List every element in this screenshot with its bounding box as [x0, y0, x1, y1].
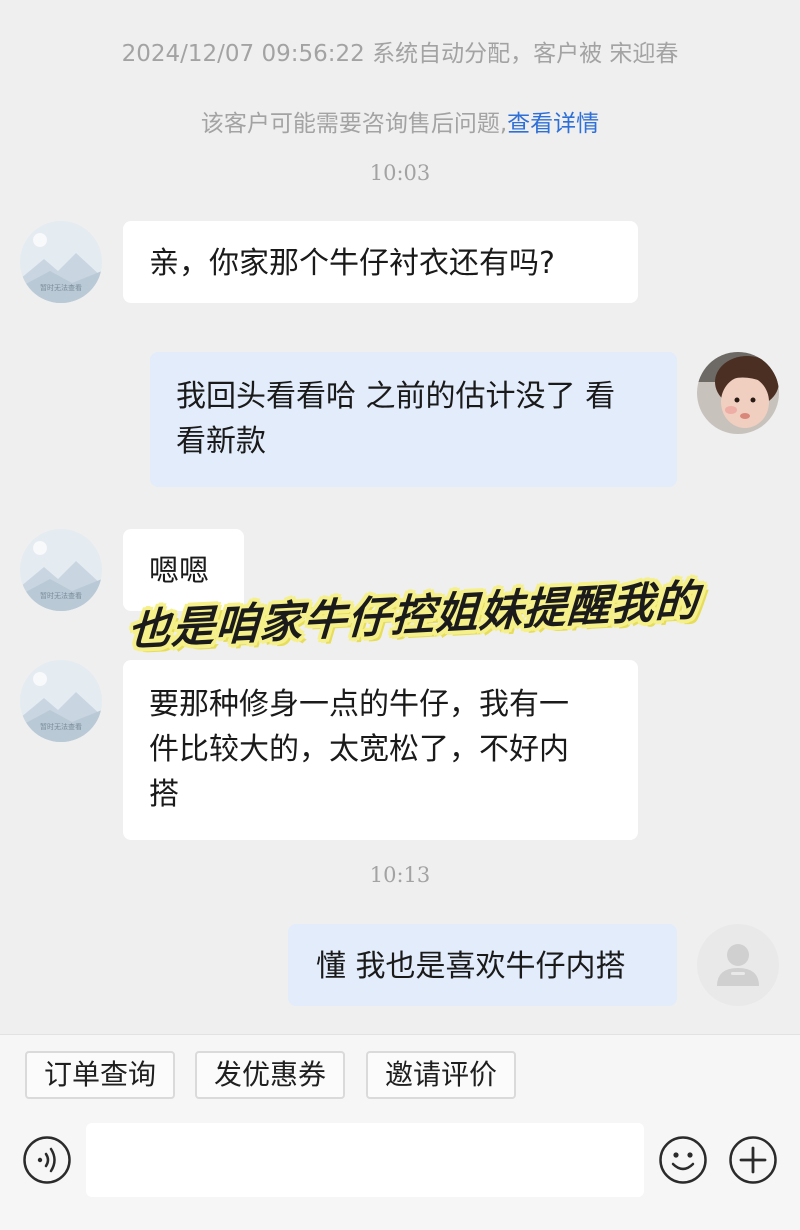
- message-line: 要那种修身一点的牛仔，我有一: [149, 687, 569, 722]
- bottom-toolbar: 订单查询 发优惠券 邀请评价: [0, 1034, 800, 1230]
- agent-message[interactable]: 懂 我也是喜欢牛仔内搭: [288, 924, 677, 1006]
- customer-message[interactable]: 亲，你家那个牛仔衬衣还有吗?: [123, 221, 638, 303]
- message-text: 嗯嗯: [149, 554, 209, 589]
- timestamp: 10:03: [369, 161, 431, 185]
- customer-avatar[interactable]: 暂时无法查看: [20, 660, 102, 742]
- image-placeholder-icon: 暂时无法查看: [20, 221, 102, 303]
- timestamp: 10:13: [369, 863, 431, 887]
- agent-message[interactable]: 我回头看看哈 之前的估计没了 看 看新款: [150, 352, 677, 487]
- voice-icon[interactable]: [22, 1135, 72, 1185]
- message-line: 我回头看看哈 之前的估计没了 看: [176, 379, 616, 414]
- view-details-link[interactable]: 查看详情: [507, 111, 599, 137]
- customer-avatar[interactable]: 暂时无法查看: [20, 221, 102, 303]
- placeholder-label: 暂时无法查看: [40, 722, 82, 731]
- agent-avatar[interactable]: [697, 924, 779, 1006]
- chat-area[interactable]: 2024/12/07 09:56:22 系统自动分配，客户被 宋迎春 该客户可能…: [0, 0, 800, 1034]
- agent-photo-icon: [697, 352, 779, 434]
- emoji-icon[interactable]: [658, 1135, 708, 1185]
- message-text: 懂 我也是喜欢牛仔内搭: [316, 949, 626, 984]
- customer-message[interactable]: 要那种修身一点的牛仔，我有一 件比较大的，太宽松了，不好内 搭: [123, 660, 638, 840]
- placeholder-label: 暂时无法查看: [40, 283, 82, 292]
- message-line: 件比较大的，太宽松了，不好内: [149, 732, 569, 767]
- system-hint-text: 该客户可能需要咨询售后问题,: [200, 111, 508, 137]
- order-query-button[interactable]: 订单查询: [25, 1051, 176, 1099]
- message-line: 搭: [149, 777, 179, 812]
- agent-avatar[interactable]: [697, 352, 779, 434]
- message-input[interactable]: [86, 1123, 644, 1197]
- input-row: [0, 1121, 800, 1201]
- placeholder-label: 暂时无法查看: [40, 591, 82, 600]
- send-coupon-button[interactable]: 发优惠券: [195, 1051, 346, 1099]
- customer-avatar[interactable]: 暂时无法查看: [20, 529, 102, 611]
- system-assign-notice: 2024/12/07 09:56:22 系统自动分配，客户被 宋迎春: [121, 41, 679, 67]
- default-user-icon: [697, 924, 779, 1006]
- plus-icon[interactable]: [728, 1135, 778, 1185]
- image-placeholder-icon: 暂时无法查看: [20, 529, 102, 611]
- system-hint-notice: 该客户可能需要咨询售后问题,查看详情: [0, 104, 800, 138]
- invite-review-button[interactable]: 邀请评价: [366, 1051, 517, 1099]
- image-placeholder-icon: 暂时无法查看: [20, 660, 102, 742]
- message-text: 亲，你家那个牛仔衬衣还有吗?: [149, 246, 555, 281]
- message-line: 看新款: [176, 424, 266, 459]
